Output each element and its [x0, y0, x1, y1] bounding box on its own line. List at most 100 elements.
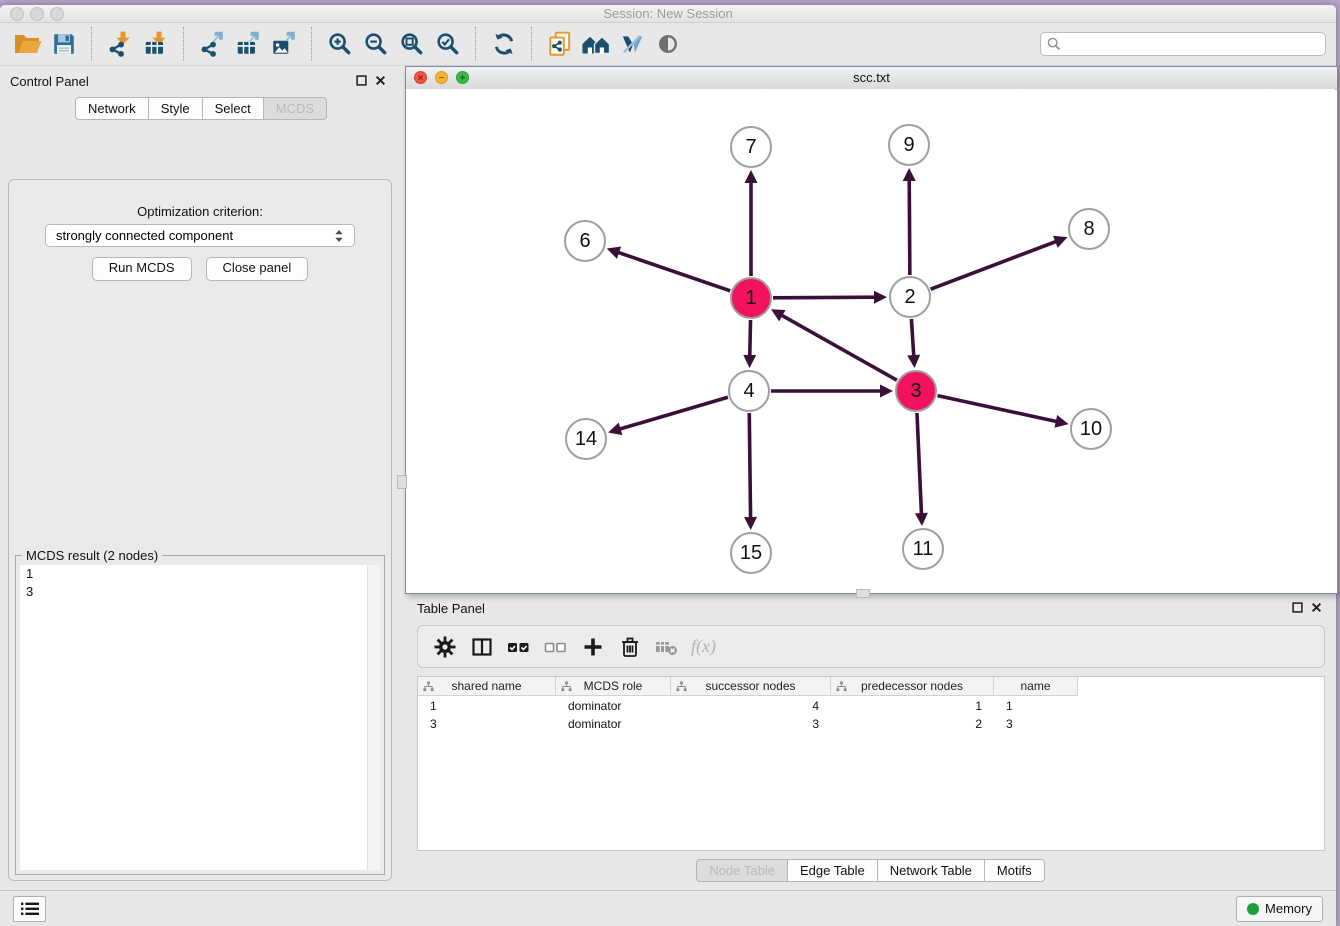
network-window-titlebar[interactable]: +−× scc.txt	[406, 67, 1337, 90]
graph-node-10[interactable]: 10	[1070, 408, 1112, 450]
result-scrollbar[interactable]	[367, 565, 380, 870]
tab-motifs[interactable]: Motifs	[984, 859, 1045, 882]
criterion-select[interactable]: strongly connected component	[45, 224, 355, 247]
tab-network[interactable]: Network	[75, 97, 149, 120]
table-cell[interactable]: 4	[671, 698, 831, 714]
network-canvas[interactable]: 7 9 6 8 1 2 4 3 14 10 15 11	[406, 89, 1335, 591]
close-panel-icon[interactable]	[375, 75, 386, 86]
tab-style[interactable]: Style	[148, 97, 203, 120]
clone-network-icon[interactable]	[542, 28, 578, 60]
node-table: shared nameMCDS rolesuccessor nodesprede…	[417, 676, 1325, 851]
column-header-successor-nodes[interactable]: successor nodes	[671, 677, 831, 696]
show-hide-icon[interactable]	[650, 28, 686, 60]
graph-edge-2-8[interactable]	[931, 241, 1058, 289]
table-cell[interactable]: dominator	[556, 698, 671, 714]
table-cell[interactable]: dominator	[556, 716, 671, 732]
graph-edge-4-14[interactable]	[619, 397, 728, 429]
graph-edge-3-10[interactable]	[937, 396, 1057, 422]
delete-row-icon[interactable]	[611, 632, 648, 662]
table-panel-tabs: Node TableEdge TableNetwork TableMotifs	[405, 859, 1336, 882]
import-network-icon[interactable]	[102, 28, 138, 60]
mcds-result-node[interactable]: 1	[20, 565, 380, 583]
refresh-icon[interactable]	[486, 28, 522, 60]
table-cell[interactable]: 3	[418, 716, 556, 732]
table-cell[interactable]: 1	[831, 698, 994, 714]
graph-node-4[interactable]: 4	[728, 370, 770, 412]
table-row[interactable]: 3dominator323	[418, 716, 1324, 732]
graph-edge-arrowhead	[1054, 415, 1068, 428]
graph-edge-3-11[interactable]	[917, 413, 922, 515]
add-row-icon[interactable]	[574, 632, 611, 662]
graph-node-2[interactable]: 2	[889, 276, 931, 318]
zoom-out-icon[interactable]	[358, 28, 394, 60]
graph-node-7[interactable]: 7	[730, 126, 772, 168]
tab-node-table[interactable]: Node Table	[696, 859, 788, 882]
select-all-icon[interactable]	[500, 632, 537, 662]
toolbar-separator	[183, 27, 185, 61]
graph-node-6[interactable]: 6	[564, 220, 606, 262]
zoom-fit-icon[interactable]	[394, 28, 430, 60]
graph-edge-2-9[interactable]	[909, 179, 910, 275]
zoom-in-icon[interactable]	[322, 28, 358, 60]
first-neighbors-icon[interactable]	[578, 28, 614, 60]
columns-icon[interactable]	[463, 632, 500, 662]
search-input[interactable]	[1040, 32, 1326, 56]
delete-table-icon[interactable]	[648, 632, 685, 662]
tab-select[interactable]: Select	[202, 97, 264, 120]
memory-button[interactable]: Memory	[1236, 896, 1323, 922]
column-header-shared-name[interactable]: shared name	[418, 677, 556, 696]
graph-node-9[interactable]: 9	[888, 124, 930, 166]
open-icon[interactable]	[10, 28, 46, 60]
column-header-name[interactable]: name	[994, 677, 1078, 696]
mcds-result-list[interactable]: 13	[20, 565, 380, 870]
run-mcds-button[interactable]: Run MCDS	[92, 257, 192, 281]
table-row[interactable]: 1dominator411	[418, 698, 1324, 714]
table-cell[interactable]: 3	[671, 716, 831, 732]
import-table-icon[interactable]	[138, 28, 174, 60]
column-header-MCDS-role[interactable]: MCDS role	[556, 677, 671, 696]
status-bar: Memory	[0, 890, 1336, 926]
main-toolbar	[0, 23, 1336, 66]
vertical-splitter-handle[interactable]	[397, 475, 407, 489]
task-history-button[interactable]	[13, 896, 46, 922]
graph-node-14[interactable]: 14	[565, 418, 607, 460]
graph-edge-1-6[interactable]	[617, 252, 730, 291]
unselect-all-icon[interactable]	[537, 632, 574, 662]
tab-mcds[interactable]: MCDS	[263, 97, 327, 120]
toolbar-separator	[531, 27, 533, 61]
graph-node-15[interactable]: 15	[730, 532, 772, 574]
table-cell[interactable]: 3	[994, 716, 1078, 732]
graph-edges-layer	[406, 89, 1335, 591]
toggle-graphics-details-icon[interactable]	[614, 28, 650, 60]
save-icon[interactable]	[46, 28, 82, 60]
float-panel-icon[interactable]	[356, 75, 367, 86]
graph-node-1[interactable]: 1	[730, 277, 772, 319]
tab-edge-table[interactable]: Edge Table	[787, 859, 878, 882]
function-builder-icon[interactable]: f(x)	[685, 632, 722, 662]
mcds-result-node[interactable]: 3	[20, 583, 380, 601]
float-table-panel-icon[interactable]	[1292, 602, 1303, 613]
graph-edge-2-3[interactable]	[911, 319, 913, 357]
graph-edge-1-2[interactable]	[773, 297, 876, 298]
export-table-icon[interactable]	[230, 28, 266, 60]
graph-edge-3-1[interactable]	[781, 315, 897, 381]
graph-node-11[interactable]: 11	[902, 528, 944, 570]
graph-edge-arrowhead	[743, 355, 756, 368]
column-header-predecessor-nodes[interactable]: predecessor nodes	[831, 677, 994, 696]
graph-node-8[interactable]: 8	[1068, 208, 1110, 250]
window-titlebar[interactable]: Session: New Session	[0, 5, 1336, 23]
graph-edge-4-15[interactable]	[749, 413, 750, 519]
table-cell[interactable]: 2	[831, 716, 994, 732]
close-panel-button[interactable]: Close panel	[206, 257, 309, 281]
graph-edge-1-4[interactable]	[750, 320, 751, 357]
zoom-selected-icon[interactable]	[430, 28, 466, 60]
table-cell[interactable]: 1	[994, 698, 1078, 714]
export-network-icon[interactable]	[194, 28, 230, 60]
tab-network-table[interactable]: Network Table	[877, 859, 985, 882]
export-image-icon[interactable]	[266, 28, 302, 60]
settings-icon[interactable]	[426, 632, 463, 662]
graph-node-3[interactable]: 3	[895, 370, 937, 412]
close-table-panel-icon[interactable]	[1311, 602, 1322, 613]
memory-status-icon	[1247, 903, 1259, 915]
table-cell[interactable]: 1	[418, 698, 556, 714]
